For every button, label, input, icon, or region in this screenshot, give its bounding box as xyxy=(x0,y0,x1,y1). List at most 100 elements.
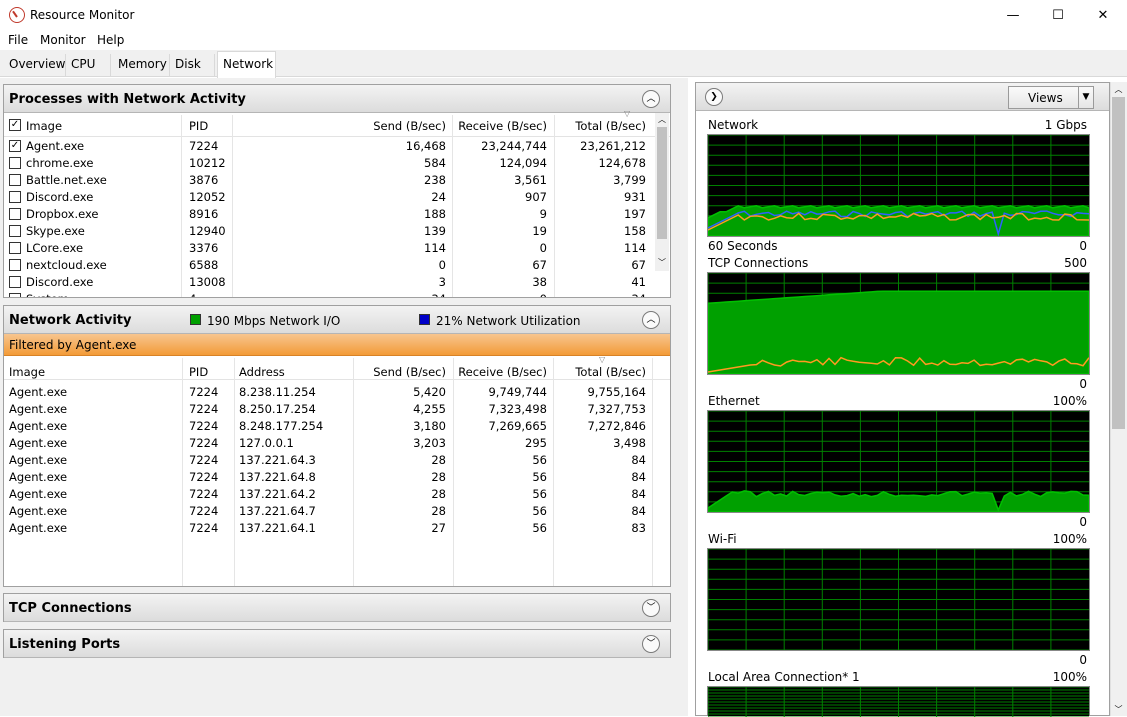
table-row[interactable]: Agent.exe 7224 137.221.64.1 27 56 83 xyxy=(4,520,654,537)
process-total: 124,678 xyxy=(598,156,646,170)
table-row[interactable]: nextcloud.exe 6588 0 67 67 xyxy=(4,257,654,274)
collapse-up-icon[interactable]: ︿ xyxy=(642,311,660,329)
table-row[interactable]: Agent.exe 7224 127.0.0.1 3,203 295 3,498 xyxy=(4,435,654,452)
activity-address: 127.0.0.1 xyxy=(239,436,294,450)
filter-bar[interactable]: Filtered by Agent.exe xyxy=(4,334,670,356)
scroll-up-icon[interactable]: ︿ xyxy=(656,114,668,126)
graph-lac-max: 100% xyxy=(1052,670,1087,684)
processes-scrollbar[interactable]: ︿ ﹀ xyxy=(655,113,669,271)
scroll-down-icon[interactable]: ﹀ xyxy=(656,257,668,269)
activity-receive: 56 xyxy=(532,470,547,484)
tab-disk[interactable]: Disk xyxy=(170,54,215,76)
table-row[interactable]: Dropbox.exe 8916 188 9 197 xyxy=(4,206,654,223)
process-image: LCore.exe xyxy=(26,241,84,255)
expand-down-icon[interactable]: ﹀ xyxy=(642,635,660,653)
close-button[interactable]: ✕ xyxy=(1080,0,1126,30)
row-checkbox[interactable] xyxy=(9,276,21,288)
table-row[interactable]: ✓ Agent.exe 7224 16,468 23,244,744 23,261,212 xyxy=(4,138,654,155)
col-pid[interactable]: PID xyxy=(189,119,208,133)
graph-network xyxy=(707,134,1090,237)
process-receive: 907 xyxy=(525,190,547,204)
col-address[interactable]: Address xyxy=(239,365,285,379)
minimize-button[interactable]: — xyxy=(990,0,1036,30)
scroll-up-icon[interactable]: ︿ xyxy=(1112,84,1125,95)
expand-right-icon[interactable]: ❯ xyxy=(705,88,723,106)
row-checkbox[interactable] xyxy=(9,174,21,186)
process-total: 197 xyxy=(624,207,646,221)
table-row[interactable]: Agent.exe 7224 8.248.177.254 3,180 7,269,665… xyxy=(4,418,654,435)
graphs-scroll-thumb[interactable] xyxy=(1112,97,1125,429)
table-row[interactable]: LCore.exe 3376 114 0 114 xyxy=(4,240,654,257)
col-total[interactable]: Total (B/sec) xyxy=(552,119,646,133)
table-row[interactable]: Discord.exe 13008 3 38 41 xyxy=(4,274,654,291)
row-checkbox[interactable] xyxy=(9,157,21,169)
row-checkbox[interactable]: ✓ xyxy=(9,140,21,152)
expand-down-icon[interactable]: ﹀ xyxy=(642,599,660,617)
tab-cpu[interactable]: CPU xyxy=(66,54,111,76)
row-checkbox[interactable] xyxy=(9,293,21,297)
process-total: 41 xyxy=(631,275,646,289)
process-total: 931 xyxy=(624,190,646,204)
activity-address: 8.250.17.254 xyxy=(239,402,316,416)
menu-help[interactable]: Help xyxy=(97,33,124,47)
row-checkbox[interactable] xyxy=(9,225,21,237)
activity-receive: 9,749,744 xyxy=(488,385,547,399)
table-row[interactable]: Agent.exe 7224 8.238.11.254 5,420 9,749,744 9… xyxy=(4,384,654,401)
select-all-checkbox[interactable]: ✓ xyxy=(9,119,21,131)
col-send[interactable]: Send (B/sec) xyxy=(334,119,446,133)
col-send[interactable]: Send (B/sec) xyxy=(334,365,446,379)
activity-receive: 295 xyxy=(525,436,547,450)
table-row[interactable]: Agent.exe 7224 137.221.64.3 28 56 84 xyxy=(4,452,654,469)
tcp-connections-title: TCP Connections xyxy=(9,601,132,616)
col-total[interactable]: Total (B/sec) xyxy=(552,365,646,379)
process-total: 114 xyxy=(624,241,646,255)
row-checkbox[interactable] xyxy=(9,259,21,271)
graph-network-title: Network xyxy=(708,118,759,132)
activity-total: 84 xyxy=(631,504,646,518)
activity-image: Agent.exe xyxy=(9,487,68,501)
graph-ethernet-title: Ethernet xyxy=(708,394,760,408)
listening-ports-header[interactable]: Listening Ports xyxy=(4,630,670,658)
table-row[interactable]: chrome.exe 10212 584 124,094 124,678 xyxy=(4,155,654,172)
row-checkbox[interactable] xyxy=(9,208,21,220)
table-row[interactable]: Battle.net.exe 3876 238 3,561 3,799 xyxy=(4,172,654,189)
scroll-down-icon[interactable]: ﹀ xyxy=(1112,704,1125,715)
tcp-connections-header[interactable]: TCP Connections xyxy=(4,594,670,622)
table-row[interactable]: Skype.exe 12940 139 19 158 xyxy=(4,223,654,240)
table-row[interactable]: Discord.exe 12052 24 907 931 xyxy=(4,189,654,206)
col-image[interactable]: Image xyxy=(26,119,62,133)
table-row[interactable]: System434034 xyxy=(4,291,654,297)
col-pid[interactable]: PID xyxy=(189,365,208,379)
col-image[interactable]: Image xyxy=(9,365,45,379)
process-pid: 3876 xyxy=(189,173,219,187)
activity-total: 7,327,753 xyxy=(587,402,646,416)
table-row[interactable]: Agent.exe 7224 137.221.64.8 28 56 84 xyxy=(4,469,654,486)
scroll-thumb[interactable] xyxy=(657,127,667,239)
col-receive[interactable]: Receive (B/sec) xyxy=(444,365,547,379)
activity-receive: 56 xyxy=(532,504,547,518)
graph-network-min: 0 xyxy=(1079,239,1087,253)
maximize-button[interactable]: ☐ xyxy=(1035,0,1081,30)
views-dropdown-icon[interactable]: ▼ xyxy=(1078,87,1093,108)
processes-header[interactable]: Processes with Network Activity xyxy=(4,85,670,113)
graph-tcp-min: 0 xyxy=(1079,377,1087,391)
activity-image: Agent.exe xyxy=(9,419,68,433)
window-title: Resource Monitor xyxy=(30,8,135,22)
process-pid: 12940 xyxy=(189,224,226,238)
col-receive[interactable]: Receive (B/sec) xyxy=(444,119,547,133)
activity-send: 28 xyxy=(431,470,446,484)
row-checkbox[interactable] xyxy=(9,191,21,203)
tab-overview[interactable]: Overview xyxy=(4,54,66,76)
activity-pid: 7224 xyxy=(189,419,219,433)
process-image: Dropbox.exe xyxy=(26,207,99,221)
table-row[interactable]: Agent.exe 7224 137.221.64.7 28 56 84 xyxy=(4,503,654,520)
collapse-up-icon[interactable]: ︿ xyxy=(642,90,660,108)
row-checkbox[interactable] xyxy=(9,242,21,254)
util-legend-swatch xyxy=(419,314,430,325)
menu-monitor[interactable]: Monitor xyxy=(40,33,86,47)
table-row[interactable]: Agent.exe 7224 8.250.17.254 4,255 7,323,498 7… xyxy=(4,401,654,418)
table-row[interactable]: Agent.exe 7224 137.221.64.2 28 56 84 xyxy=(4,486,654,503)
tab-network[interactable]: Network xyxy=(217,51,276,78)
menu-file[interactable]: File xyxy=(8,33,28,47)
tab-memory[interactable]: Memory xyxy=(113,54,170,76)
